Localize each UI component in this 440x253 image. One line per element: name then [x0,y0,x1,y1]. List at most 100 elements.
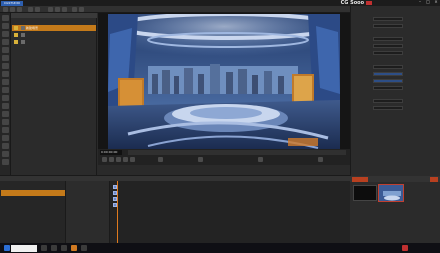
next-frame-icon[interactable] [123,157,128,162]
last-frame-icon[interactable] [130,157,135,162]
start-icon[interactable] [4,245,10,251]
preview-tab-active[interactable] [352,177,368,182]
save-icon[interactable] [17,7,22,12]
scene-tree-row[interactable] [12,32,96,38]
tray-alert-icon[interactable] [402,245,408,251]
property-field-selected[interactable] [373,78,403,83]
viewport-timeline-ruler[interactable] [128,150,346,155]
property-field[interactable] [373,98,403,103]
track-properties [66,181,110,243]
preview-thumbnail-empty[interactable] [353,185,377,201]
rotate-icon[interactable] [55,7,60,12]
loop-icon[interactable] [158,157,163,162]
prev-frame-icon[interactable] [109,157,114,162]
track-row[interactable] [1,183,65,189]
property-field[interactable] [373,23,403,28]
property-row [353,64,439,69]
select-icon[interactable] [2,15,9,21]
app2-taskbar-icon[interactable] [81,245,87,251]
light-tool-icon[interactable] [2,87,9,93]
effect-icon[interactable] [2,111,9,117]
light-icon[interactable] [79,7,84,12]
plugin-icon[interactable] [2,143,9,149]
timeline-playhead[interactable] [117,181,118,243]
open-icon[interactable] [10,7,15,12]
taskbar-search[interactable] [11,244,37,252]
render-icon[interactable] [318,157,323,162]
audio-icon[interactable] [2,119,9,125]
first-frame-icon[interactable] [102,157,107,162]
track-row[interactable] [1,197,65,203]
property-field[interactable] [373,36,403,41]
property-row [353,105,439,110]
safe-area-icon[interactable] [258,157,263,162]
property-row [353,50,439,55]
track-row[interactable] [1,204,65,210]
settings-tool-icon[interactable] [2,151,9,157]
property-field[interactable] [373,64,403,69]
folder-icon [14,33,18,37]
properties-panel [350,6,440,176]
preview-panel [350,176,440,243]
property-field-selected[interactable] [373,71,403,76]
folder-icon [14,40,18,44]
preview-tabs [350,176,440,182]
3d-viewport[interactable] [108,14,340,149]
record-button[interactable] [430,177,438,182]
model-icon[interactable] [2,55,9,61]
chart-icon[interactable] [2,71,9,77]
app-taskbar-icon[interactable] [71,245,77,251]
visibility-icon[interactable] [21,26,25,30]
app-logo: CGSTUDIO [1,0,23,6]
property-row [353,78,439,83]
frame-counter[interactable]: 0:00:00:00 [100,150,122,155]
property-row [353,43,439,48]
folder-icon [14,26,18,30]
browser-icon[interactable] [51,245,57,251]
move-icon[interactable] [48,7,53,12]
visibility-icon[interactable] [21,33,25,37]
scale-icon[interactable] [62,7,67,12]
shape-icon[interactable] [2,31,9,37]
mask-icon[interactable] [2,103,9,109]
property-field[interactable] [373,85,403,90]
group-icon[interactable] [2,95,9,101]
property-field[interactable] [373,16,403,21]
property-row [353,16,439,21]
tool-strip [0,13,11,175]
particle-icon[interactable] [2,63,9,69]
property-row [353,36,439,41]
taskbar [0,243,440,253]
preview-thumbnail-scene[interactable] [378,184,404,202]
zoom-icon[interactable] [198,157,203,162]
track-row[interactable] [1,190,65,196]
scene-tree-row[interactable]: 新建场景 [12,25,96,31]
property-field[interactable] [373,43,403,48]
property-row [353,23,439,28]
property-field[interactable] [373,105,403,110]
play-icon[interactable] [116,157,121,162]
new-icon[interactable] [3,7,8,12]
text-icon[interactable] [2,23,9,29]
script-icon[interactable] [2,127,9,133]
scene-tree-row[interactable] [12,39,96,45]
image-icon[interactable] [2,39,9,45]
viewport-controls: 0:00:00:00 [98,149,350,165]
property-field[interactable] [373,50,403,55]
property-row [353,71,439,76]
preview-scene-image [379,185,403,201]
undo-icon[interactable] [28,7,33,12]
data-icon[interactable] [2,135,9,141]
taskview-icon[interactable] [41,245,47,251]
help-icon[interactable] [2,159,9,165]
camera-tool-icon[interactable] [2,79,9,85]
timeline-area[interactable] [110,181,350,243]
scene-tree-panel: 新建场景 [11,13,97,175]
explorer-icon[interactable] [61,245,67,251]
visibility-icon[interactable] [21,40,25,44]
video-icon[interactable] [2,47,9,53]
camera-icon[interactable] [72,7,77,12]
scene-tree-label: 新建场景 [26,25,39,30]
redo-icon[interactable] [35,7,40,12]
property-row [353,98,439,103]
